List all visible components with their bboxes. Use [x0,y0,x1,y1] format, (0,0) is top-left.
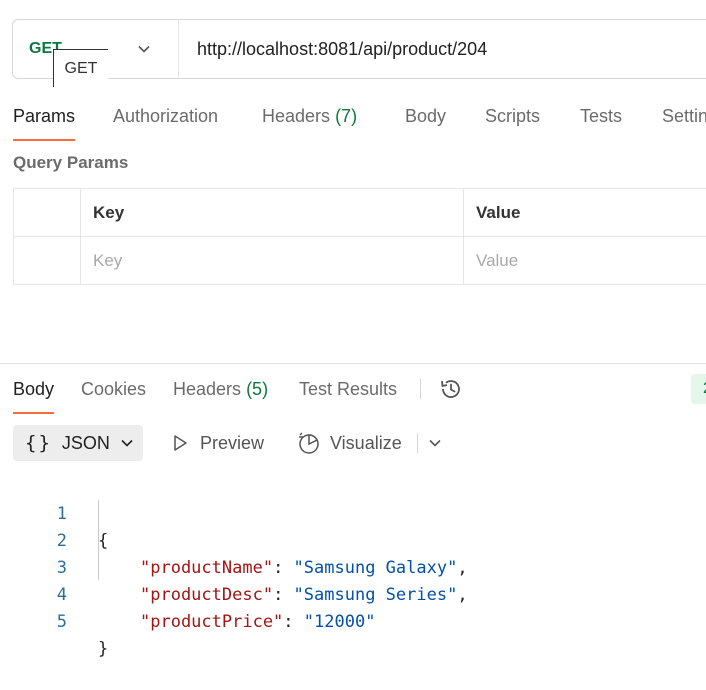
format-select[interactable]: {} JSON [13,425,143,461]
tab-label: Settin [662,106,706,126]
column-header-key: Key [81,189,464,237]
json-comma: , [457,558,467,578]
line-number: 5 [40,609,67,636]
tab-label: Cookies [81,379,146,399]
json-value: "Samsung Galaxy" [294,558,458,578]
json-value: "Samsung Series" [294,585,458,605]
value-input[interactable]: Value [464,237,706,285]
chevron-down-icon [120,436,134,450]
line-number: 3 [40,555,67,582]
visualize-icon [297,431,321,455]
tab-label: Scripts [485,106,540,126]
json-value: "12000" [304,612,376,632]
tab-label: Body [405,106,446,126]
chevron-down-icon [137,42,151,56]
select-cell [14,189,81,237]
preview-button[interactable]: Preview [170,429,264,457]
tab-scripts[interactable]: Scripts [485,103,540,139]
status-badge: 2 [691,374,706,404]
separator [420,379,421,399]
method-tooltip: GET [53,49,108,87]
select-cell[interactable] [14,237,81,285]
json-key: "productDesc" [140,585,273,605]
preview-label: Preview [200,433,264,454]
tab-headers[interactable]: Headers (7) [262,103,357,139]
tab-label: Params [13,106,75,126]
code-line: 5 } [0,582,41,609]
tab-test-results[interactable]: Test Results [299,376,397,412]
query-params-title: Query Params [13,153,128,173]
tab-label: Headers [262,106,330,126]
tab-response-headers[interactable]: Headers (5) [173,376,268,412]
history-icon[interactable] [438,376,464,402]
tab-label: Authorization [113,106,218,126]
visualize-button[interactable]: Visualize [297,429,402,457]
table-header-row: Key Value [14,189,706,237]
tab-authorization[interactable]: Authorization [113,103,218,139]
tab-cookies[interactable]: Cookies [81,376,146,412]
tab-label: Tests [580,106,622,126]
key-input[interactable]: Key [81,237,464,285]
headers-count: (5) [246,379,268,399]
code-line: 1 { [0,474,41,501]
tab-label: Headers [173,379,241,399]
json-key: "productPrice" [140,612,283,632]
indent-guide [98,500,99,580]
open-brace: { [98,528,108,555]
tab-label: Test Results [299,379,397,399]
close-brace: } [98,636,108,663]
json-key: "productName" [140,558,273,578]
tab-settings[interactable]: Settin [662,103,706,139]
play-icon [170,433,190,453]
column-header-value: Value [464,189,706,237]
visualize-label: Visualize [330,433,402,454]
separator [417,433,418,453]
code-line: 3 "productDesc": "Samsung Series", [0,528,41,555]
line-number: 2 [40,528,67,555]
line-number: 1 [40,501,67,528]
method-select[interactable]: GET GET [13,20,179,78]
format-label: JSON [62,433,110,454]
tab-tests[interactable]: Tests [580,103,622,139]
line-number: 4 [40,582,67,609]
json-comma: , [457,585,467,605]
url-input[interactable] [179,19,706,79]
tab-params[interactable]: Params [13,103,75,141]
tab-body[interactable]: Body [405,103,446,139]
pane-divider[interactable] [0,363,706,364]
request-url-bar: GET GET [12,19,706,79]
query-params-table: Key Value Key Value [13,188,706,285]
chevron-down-icon[interactable] [428,436,442,450]
braces-icon: {} [25,432,52,454]
tab-label: Body [13,379,54,399]
tab-response-body[interactable]: Body [13,376,54,414]
code-line: 2 "productName": "Samsung Galaxy", [0,501,41,528]
code-line: 4 "productPrice": "12000" [0,555,41,582]
headers-count: (7) [335,106,357,126]
table-row: Key Value [14,237,706,285]
